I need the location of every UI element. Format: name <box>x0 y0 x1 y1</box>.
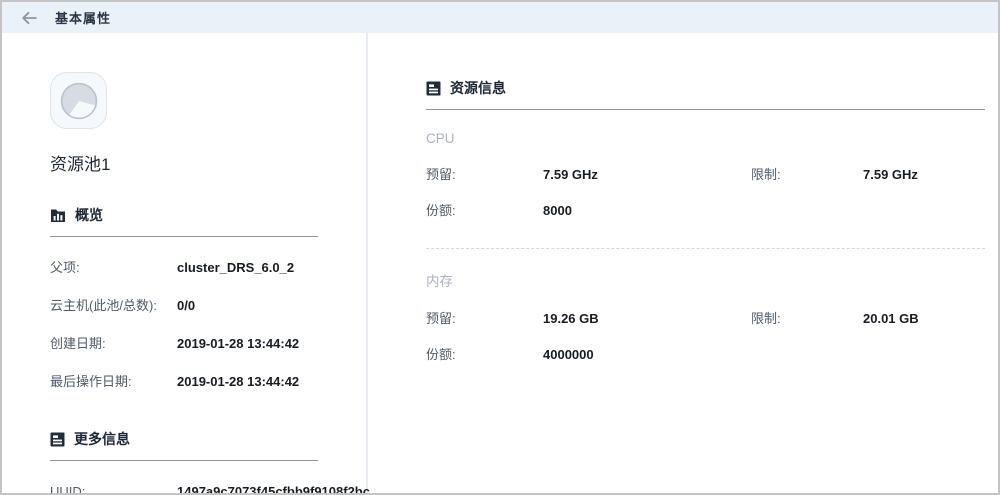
section-more-info: 更多信息 UUID: 1497a9c7073f45cfbb9f9108f2bc.… <box>50 429 318 495</box>
field-label: 云主机(此池/总数): <box>50 298 177 313</box>
cpu-reservation-row: 预留: 7.59 GHz 限制: 7.59 GHz <box>426 167 985 182</box>
field-value: 20.01 GB <box>863 311 985 326</box>
field-label: 创建日期: <box>50 336 177 351</box>
field-label: 预留: <box>426 167 543 182</box>
field-row-vm-count: 云主机(此池/总数): 0/0 <box>50 298 318 313</box>
field-label: 预留: <box>426 311 543 326</box>
resource-info-header: 资源信息 <box>426 78 985 110</box>
field-value: 4000000 <box>543 347 751 362</box>
field-row-uuid: UUID: 1497a9c7073f45cfbb9f9108f2bc... <box>50 484 318 495</box>
page-title: 基本属性 <box>55 8 111 27</box>
more-info-title: 更多信息 <box>74 429 130 449</box>
field-value: cluster_DRS_6.0_2 <box>177 260 294 275</box>
section-overview: 概览 父项: cluster_DRS_6.0_2 云主机(此池/总数): 0/0… <box>50 205 318 389</box>
field-label: 限制: <box>751 167 863 182</box>
resource-pool-icon <box>50 72 107 129</box>
content: 资源池1 概览 父项: cluster_DRS_6.0_2 <box>2 33 998 493</box>
overview-header: 概览 <box>50 205 318 237</box>
memory-shares-row: 份额: 4000000 <box>426 347 985 362</box>
field-value: 7.59 GHz <box>863 167 985 182</box>
back-arrow-icon[interactable] <box>20 9 38 27</box>
topbar: 基本属性 <box>2 2 998 33</box>
field-value: 7.59 GHz <box>543 167 751 182</box>
field-value: 8000 <box>543 203 751 218</box>
document-icon <box>426 81 441 96</box>
field-value: 2019-01-28 13:44:42 <box>177 374 299 389</box>
field-label: 限制: <box>751 311 863 326</box>
summary-panel: 资源池1 概览 父项: cluster_DRS_6.0_2 <box>2 33 368 493</box>
field-label: UUID: <box>50 484 177 495</box>
field-value: 2019-01-28 13:44:42 <box>177 336 299 351</box>
section-divider <box>426 248 985 249</box>
resource-info-title: 资源信息 <box>450 78 506 98</box>
basic-properties-window: 基本属性 资源池1 概览 <box>0 0 1000 495</box>
field-row-last-operation-date: 最后操作日期: 2019-01-28 13:44:42 <box>50 374 318 389</box>
field-value: 19.26 GB <box>543 311 751 326</box>
field-row-created-date: 创建日期: 2019-01-28 13:44:42 <box>50 336 318 351</box>
resource-info-panel: 资源信息 CPU 预留: 7.59 GHz 限制: 7.59 GHz 份额: 8… <box>368 33 998 493</box>
more-info-header: 更多信息 <box>50 429 318 461</box>
overview-title: 概览 <box>75 205 103 225</box>
pie-chart-icon <box>60 82 98 120</box>
subsection-label-cpu: CPU <box>426 131 985 146</box>
field-row-parent: 父项: cluster_DRS_6.0_2 <box>50 260 318 275</box>
field-label: 最后操作日期: <box>50 374 177 389</box>
pool-name: 资源池1 <box>50 150 366 175</box>
subsection-label-memory: 内存 <box>426 270 985 290</box>
field-label: 份额: <box>426 347 543 362</box>
field-label: 父项: <box>50 260 177 275</box>
document-icon <box>50 432 65 447</box>
field-value: 1497a9c7073f45cfbb9f9108f2bc... <box>177 484 381 495</box>
field-value: 0/0 <box>177 298 195 313</box>
bar-chart-icon <box>50 207 66 223</box>
cpu-shares-row: 份额: 8000 <box>426 203 985 218</box>
memory-reservation-row: 预留: 19.26 GB 限制: 20.01 GB <box>426 311 985 326</box>
field-label: 份额: <box>426 203 543 218</box>
